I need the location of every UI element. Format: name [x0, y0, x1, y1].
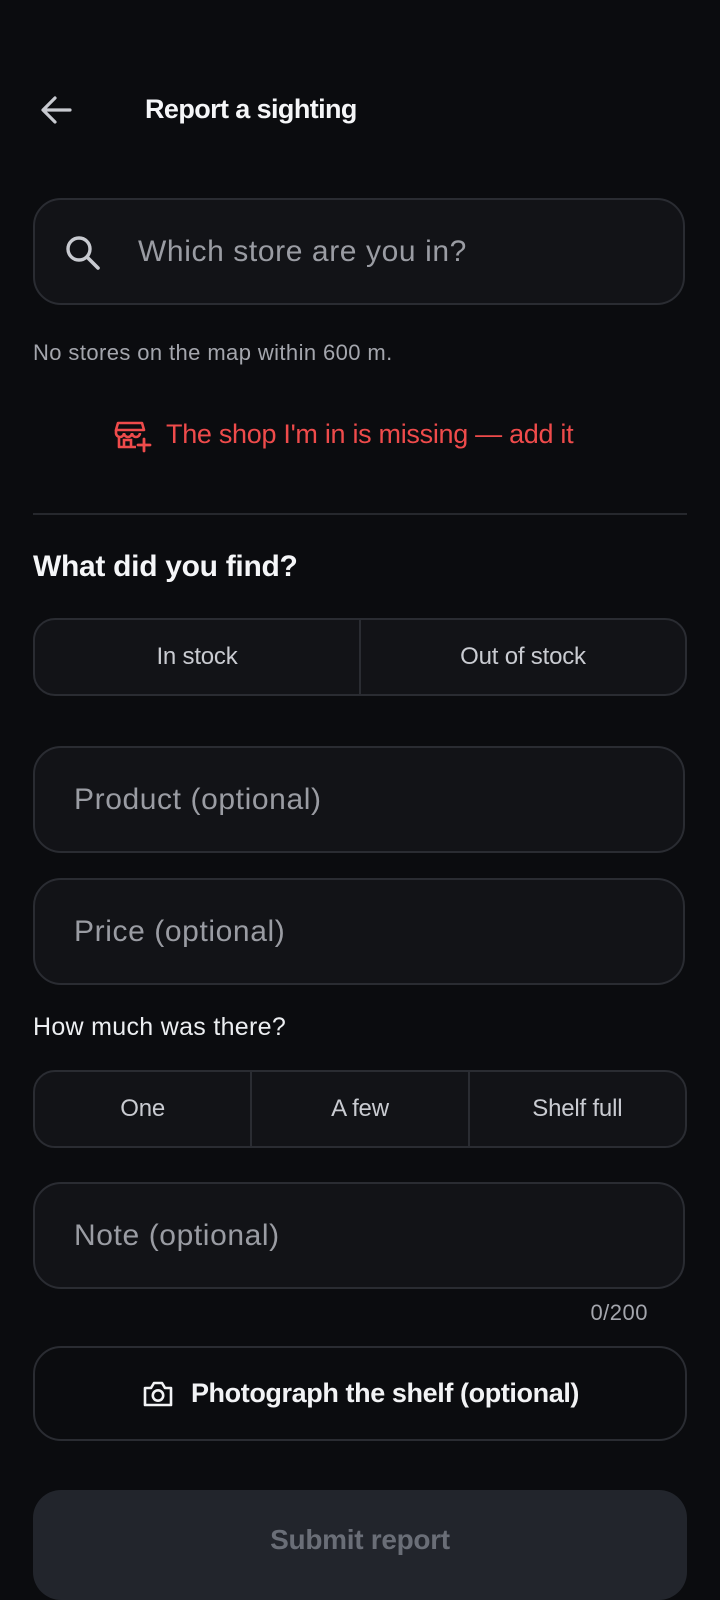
submit-report-button[interactable]: Submit report	[33, 1490, 687, 1600]
add-missing-store-label: The shop I'm in is missing — add it	[166, 418, 574, 449]
find-section-title: What did you find?	[33, 550, 298, 583]
store-search-field[interactable]	[33, 198, 685, 305]
back-button[interactable]	[30, 90, 82, 130]
note-input[interactable]	[35, 1184, 683, 1287]
stock-status-toggle: In stock Out of stock	[33, 618, 687, 696]
product-input[interactable]	[35, 748, 683, 851]
price-input[interactable]	[35, 880, 683, 983]
store-add-icon	[114, 421, 152, 453]
note-char-counter: 0/200	[590, 1300, 648, 1325]
price-field[interactable]	[33, 878, 685, 985]
app-header: Report a sighting	[0, 70, 720, 150]
note-field[interactable]	[33, 1182, 685, 1289]
camera-icon	[143, 1381, 173, 1406]
section-divider	[33, 513, 687, 515]
page-title: Report a sighting	[145, 94, 357, 124]
option-a-few[interactable]: A few	[250, 1072, 467, 1146]
product-field[interactable]	[33, 746, 685, 853]
submit-report-label: Submit report	[270, 1524, 450, 1555]
amount-label: How much was there?	[33, 1013, 287, 1041]
option-out-of-stock[interactable]: Out of stock	[359, 620, 685, 694]
option-in-stock[interactable]: In stock	[35, 620, 359, 694]
store-search-input[interactable]	[35, 200, 683, 303]
arrow-left-icon	[41, 96, 72, 124]
option-shelf-full[interactable]: Shelf full	[467, 1072, 685, 1146]
nearby-stores-hint: No stores on the map within 600 m.	[33, 340, 393, 365]
photograph-shelf-label: Photograph the shelf (optional)	[190, 1378, 580, 1408]
option-one[interactable]: One	[35, 1072, 250, 1146]
add-missing-store-link[interactable]: The shop I'm in is missing — add it	[112, 410, 574, 458]
photograph-shelf-button[interactable]: Photograph the shelf (optional)	[33, 1346, 687, 1441]
amount-toggle: One A few Shelf full	[33, 1070, 687, 1148]
